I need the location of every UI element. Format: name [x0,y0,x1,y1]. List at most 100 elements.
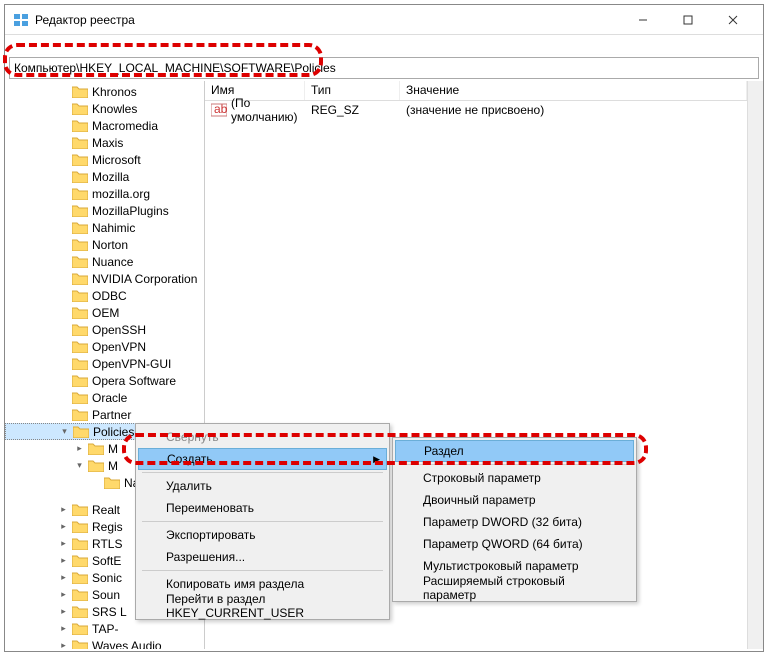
expand-icon[interactable] [57,85,70,98]
tree-item-label: Khronos [92,85,137,99]
tree-item-label: Nuance [92,255,133,269]
tree-item-openvpn-gui[interactable]: OpenVPN-GUI [5,355,204,372]
tree-item-mozilla-org[interactable]: mozilla.org [5,185,204,202]
expand-icon[interactable] [57,170,70,183]
ctx-export[interactable]: Экспортировать [138,524,387,546]
tree-item-mozillaplugins[interactable]: MozillaPlugins [5,202,204,219]
folder-icon [72,537,88,550]
expand-icon[interactable] [57,119,70,132]
expand-icon[interactable]: ▸ [57,605,70,618]
expand-icon[interactable] [89,476,102,489]
expand-icon[interactable] [57,153,70,166]
tree-item-label: SoftE [92,554,121,568]
tree-item-oem[interactable]: OEM [5,304,204,321]
folder-icon [72,605,88,618]
ctx-create[interactable]: Создать▶ [138,448,387,470]
folder-icon [72,119,88,132]
ctx-goto-hkcu[interactable]: Перейти в раздел HKEY_CURRENT_USER [138,595,387,617]
tree-item-tap-[interactable]: ▸TAP- [5,620,204,637]
tree-item-label: M [108,442,118,456]
expand-icon[interactable]: ▾ [58,425,71,438]
sub-create-qword[interactable]: Параметр QWORD (64 бита) [395,533,634,555]
cell-name: ab (По умолчанию) [205,96,305,124]
sub-create-string[interactable]: Строковый параметр [395,467,634,489]
expand-icon[interactable] [57,221,70,234]
tree-item-nvidia-corporation[interactable]: NVIDIA Corporation [5,270,204,287]
maximize-button[interactable] [665,6,710,34]
tree-item-nuance[interactable]: Nuance [5,253,204,270]
sub-create-binary[interactable]: Двоичный параметр [395,489,634,511]
expand-icon[interactable] [57,289,70,302]
expand-icon[interactable]: ▸ [57,520,70,533]
minimize-button[interactable] [620,6,665,34]
expand-icon[interactable]: ▸ [57,639,70,649]
folder-icon [88,459,104,472]
svg-text:ab: ab [214,103,227,116]
expand-icon[interactable] [57,408,70,421]
sub-create-dword[interactable]: Параметр DWORD (32 бита) [395,511,634,533]
expand-icon[interactable]: ▸ [73,442,86,455]
tree-item-odbc[interactable]: ODBC [5,287,204,304]
sub-create-key[interactable]: Раздел [395,440,634,462]
expand-icon[interactable] [57,187,70,200]
expand-icon[interactable] [57,306,70,319]
tree-scrollbar[interactable] [747,81,763,649]
app-icon [13,12,29,28]
tree-item-opera-software[interactable]: Opera Software [5,372,204,389]
expand-icon[interactable] [57,136,70,149]
tree-item-norton[interactable]: Norton [5,236,204,253]
tree-item-label: Partner [92,408,131,422]
expand-icon[interactable]: ▾ [73,459,86,472]
tree-item-macromedia[interactable]: Macromedia [5,117,204,134]
expand-icon[interactable] [57,391,70,404]
ctx-collapse[interactable]: Свернуть [138,426,387,448]
expand-icon[interactable] [57,102,70,115]
tree-item-waves-audio[interactable]: ▸Waves Audio [5,637,204,649]
tree-item-microsoft[interactable]: Microsoft [5,151,204,168]
expand-icon[interactable]: ▸ [57,588,70,601]
expand-icon[interactable] [57,272,70,285]
col-type[interactable]: Тип [305,81,400,100]
ctx-rename[interactable]: Переименовать [138,497,387,519]
expand-icon[interactable]: ▸ [57,537,70,550]
context-menu-key: Свернуть Создать▶ Удалить Переименовать … [135,423,390,620]
expand-icon[interactable] [57,204,70,217]
tree-item-knowles[interactable]: Knowles [5,100,204,117]
context-submenu-create: Раздел Строковый параметр Двоичный парам… [392,437,637,602]
menubar[interactable] [5,35,763,55]
tree-item-openssh[interactable]: OpenSSH [5,321,204,338]
folder-icon [72,622,88,635]
expand-icon[interactable] [57,374,70,387]
tree-item-nahimic[interactable]: Nahimic [5,219,204,236]
chevron-right-icon: ▶ [373,454,380,465]
expand-icon[interactable] [57,323,70,336]
tree-item-label: M [108,459,118,473]
expand-icon[interactable] [57,238,70,251]
expand-icon[interactable] [57,340,70,353]
ctx-permissions[interactable]: Разрешения... [138,546,387,568]
list-row[interactable]: ab (По умолчанию) REG_SZ (значение не пр… [205,101,747,119]
tree-item-label: Nahimic [92,221,135,235]
tree-item-khronos[interactable]: Khronos [5,83,204,100]
expand-icon[interactable]: ▸ [57,503,70,516]
folder-icon [72,588,88,601]
address-bar[interactable]: Компьютер\HKEY_LOCAL_MACHINE\SOFTWARE\Po… [9,57,759,79]
tree-item-partner[interactable]: Partner [5,406,204,423]
tree-item-label: ODBC [92,289,127,303]
tree-item-label: Knowles [92,102,137,116]
expand-icon[interactable]: ▸ [57,554,70,567]
ctx-delete[interactable]: Удалить [138,475,387,497]
tree-item-oracle[interactable]: Oracle [5,389,204,406]
col-value[interactable]: Значение [400,81,747,100]
close-button[interactable] [710,6,755,34]
tree-item-openvpn[interactable]: OpenVPN [5,338,204,355]
expand-icon[interactable] [57,357,70,370]
folder-icon [72,306,88,319]
expand-icon[interactable]: ▸ [57,622,70,635]
tree-item-maxis[interactable]: Maxis [5,134,204,151]
tree-item-mozilla[interactable]: Mozilla [5,168,204,185]
expand-icon[interactable] [57,255,70,268]
expand-icon[interactable]: ▸ [57,571,70,584]
tree-item-label: RTLS [92,537,122,551]
sub-create-expandstring[interactable]: Расширяемый строковый параметр [395,577,634,599]
